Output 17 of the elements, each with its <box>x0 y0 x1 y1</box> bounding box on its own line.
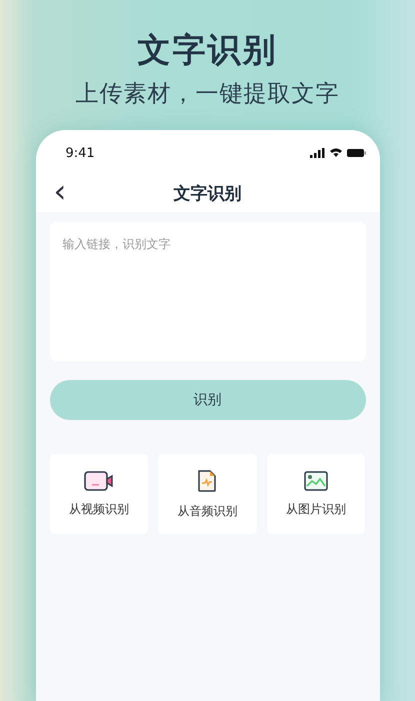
subtitle: 上传素材，一键提取文字 <box>76 80 340 109</box>
page-title: 文字识别 <box>174 182 242 204</box>
headline: 文字识别 <box>138 29 278 71</box>
source-card[interactable]: 从音频识别 <box>158 454 257 534</box>
source-label: 从图片识别 <box>286 500 346 518</box>
status-icons <box>310 147 366 159</box>
recognize-button[interactable]: 识别 <box>50 380 366 420</box>
audio-file-icon <box>197 468 218 492</box>
status-time: 9:41 <box>66 146 95 160</box>
link-input-field[interactable]: 输入链接，识别文字 <box>50 222 366 361</box>
source-label: 从音频识别 <box>177 502 238 520</box>
source-card[interactable]: 从图片识别 <box>266 454 366 534</box>
video-camera-icon <box>84 470 114 490</box>
image-icon <box>304 470 328 490</box>
source-label: 从视频识别 <box>68 500 129 518</box>
back-button[interactable]: ‹ <box>54 172 66 210</box>
source-card[interactable]: 从视频识别 <box>50 454 148 534</box>
